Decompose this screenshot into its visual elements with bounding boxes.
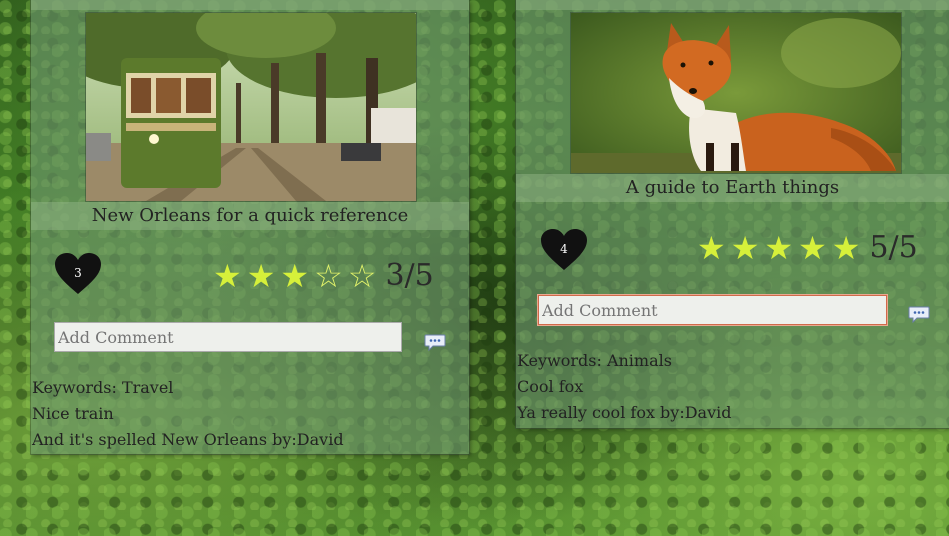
post-caption: New Orleans for a quick reference [31, 202, 469, 230]
comment-input[interactable] [54, 322, 402, 352]
chat-bubble-icon [424, 334, 446, 352]
like-count: 3 [74, 266, 82, 280]
card-top-strip [31, 0, 469, 10]
star-icon[interactable]: ★ [798, 231, 827, 265]
star-icon[interactable]: ★ [731, 231, 760, 265]
star-empty-icon[interactable]: ☆ [314, 259, 343, 293]
star-empty-icon[interactable]: ☆ [348, 259, 377, 293]
rating-score: 5/5 [869, 230, 918, 265]
star-rating: ★ ★ ★ ★ ★ 5/5 [697, 230, 918, 265]
chat-bubble-icon [908, 306, 930, 324]
comment-input[interactable] [538, 295, 887, 325]
like-button[interactable]: 4 [540, 228, 588, 272]
streetcar-photo-illustration [86, 13, 416, 201]
post-card-fox: A guide to Earth things 4 ★ ★ ★ ★ ★ 5/5 … [516, 0, 949, 428]
star-rating: ★ ★ ★ ☆ ☆ 3/5 [213, 258, 434, 293]
like-button[interactable]: 3 [54, 252, 102, 296]
send-comment-button[interactable] [424, 334, 446, 352]
star-icon[interactable]: ★ [832, 231, 861, 265]
star-icon[interactable]: ★ [697, 231, 726, 265]
post-image-fox[interactable] [570, 12, 902, 174]
post-card-new-orleans: New Orleans for a quick reference 3 ★ ★ … [31, 0, 469, 454]
star-icon[interactable]: ★ [764, 231, 793, 265]
post-comment: And it's spelled New Orleans by:David [32, 430, 344, 449]
card-top-strip [516, 0, 949, 10]
post-caption: A guide to Earth things [516, 174, 949, 202]
star-icon[interactable]: ★ [213, 259, 242, 293]
rating-score: 3/5 [385, 258, 434, 293]
post-keywords: Keywords: Animals [517, 351, 672, 370]
post-description: Cool fox [517, 377, 584, 396]
post-description: Nice train [32, 404, 114, 423]
fox-photo-illustration [571, 13, 901, 173]
post-comment: Ya really cool fox by:David [517, 403, 732, 422]
post-keywords: Keywords: Travel [32, 378, 174, 397]
star-icon[interactable]: ★ [247, 259, 276, 293]
post-image-streetcar[interactable] [85, 12, 417, 202]
send-comment-button[interactable] [908, 306, 930, 324]
star-icon[interactable]: ★ [280, 259, 309, 293]
like-count: 4 [560, 242, 568, 256]
